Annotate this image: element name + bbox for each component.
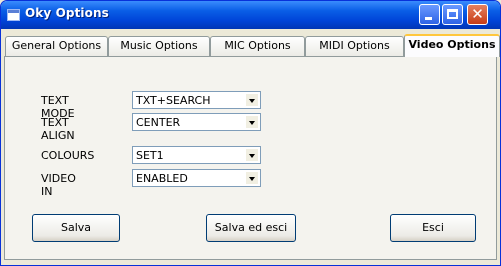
text-align-select[interactable]: CENTER [132,113,261,131]
tab-midi-options[interactable]: MIDI Options [305,36,404,56]
options-window: Oky Options ✕ General Options Music Opti… [0,0,501,266]
minimize-button[interactable] [419,4,440,25]
title-bar[interactable]: Oky Options ✕ [1,1,500,29]
video-in-label: VIDEO IN [41,172,76,198]
maximize-button[interactable] [442,4,463,25]
close-icon: ✕ [471,5,484,23]
text-mode-select[interactable]: TXT+SEARCH [132,91,261,109]
dropdown-arrow-icon[interactable] [245,115,259,129]
save-button[interactable]: Salva [32,214,120,242]
minimize-icon [425,17,432,20]
text-align-value: CENTER [136,116,181,129]
dropdown-arrow-icon[interactable] [245,148,259,162]
tab-mic-options[interactable]: MIC Options [210,36,305,56]
tab-video-options[interactable]: Video Options [404,34,500,57]
video-in-select[interactable]: ENABLED [132,169,261,187]
colours-select[interactable]: SET1 [132,146,261,164]
colours-value: SET1 [136,149,164,162]
text-align-label: TEXT ALIGN [41,116,75,142]
video-in-value: ENABLED [136,172,188,185]
save-and-exit-button[interactable]: Salva ed esci [206,214,296,242]
close-button[interactable]: ✕ [467,4,488,25]
tab-music-options[interactable]: Music Options [108,36,210,56]
exit-button[interactable]: Esci [390,214,476,242]
dropdown-arrow-icon[interactable] [245,93,259,107]
colours-label: COLOURS [41,149,95,162]
window-title: Oky Options [25,6,109,20]
dropdown-arrow-icon[interactable] [245,171,259,185]
tab-general-options[interactable]: General Options [5,36,108,56]
app-window-icon [7,9,20,21]
text-mode-value: TXT+SEARCH [136,94,211,107]
maximize-icon [447,9,458,19]
tab-strip: General Options Music Options MIC Option… [1,34,500,57]
